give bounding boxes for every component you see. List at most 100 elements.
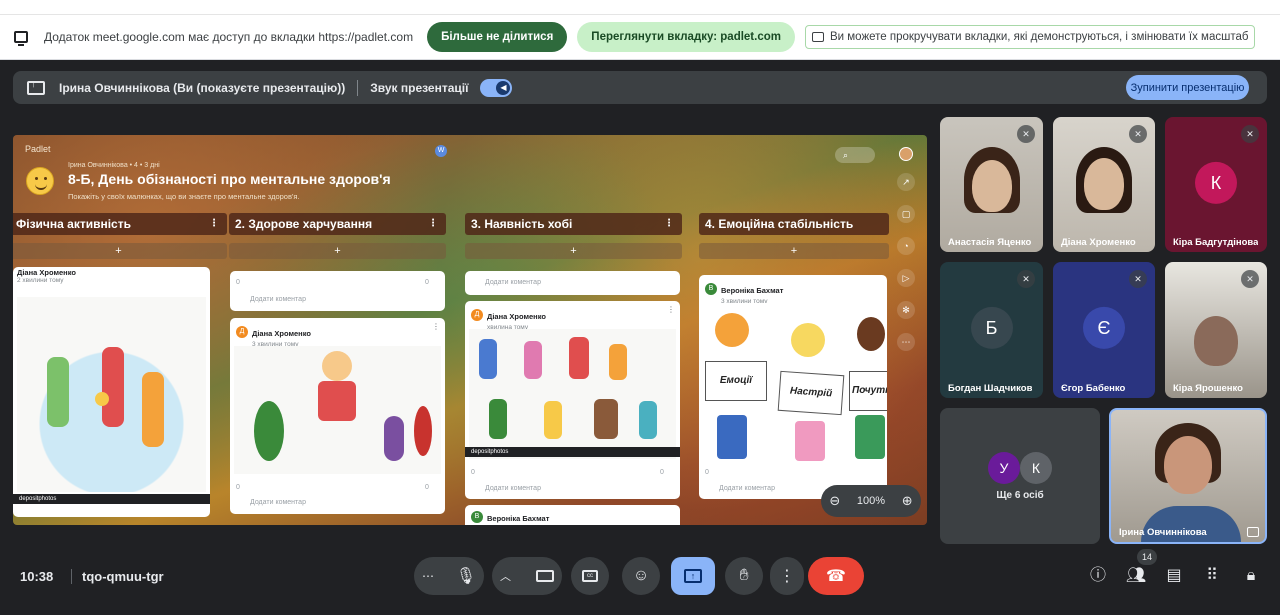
add-post-button[interactable]: + — [13, 243, 227, 259]
participant-face — [1084, 157, 1124, 210]
add-post-button[interactable]: + — [465, 243, 682, 259]
kebab-icon[interactable]: ⋮ — [432, 322, 440, 331]
watermark-bar: depositphotos — [13, 494, 210, 504]
chat-icon[interactable]: ▤ — [1163, 565, 1185, 587]
kebab-icon[interactable]: ⋮ — [428, 213, 438, 235]
zoom-in-icon[interactable]: ⊕ — [902, 493, 913, 509]
sign-emotions: Емоції — [705, 361, 767, 401]
participant-avatar: К — [1020, 452, 1052, 484]
column-header: 3. Наявність хобі ⋮ — [465, 213, 682, 235]
audio-options-icon[interactable]: ⋯ — [422, 569, 434, 583]
card-author: Діана Хроменко — [252, 329, 311, 338]
padlet-search-icon[interactable]: ⌕ — [835, 147, 875, 163]
mic-off-icon: ✕ — [1129, 125, 1147, 143]
tab-icon — [811, 32, 824, 42]
like-count[interactable]: 0 — [471, 469, 475, 476]
add-post-button[interactable]: + — [699, 243, 889, 259]
add-comment-field[interactable]: Додати коментар — [719, 485, 775, 492]
card-author: Діана Хроменко — [17, 268, 76, 277]
self-face — [1164, 436, 1212, 495]
padlet-brand: Padlet — [25, 144, 51, 154]
presentation-sound-toggle[interactable]: ◀ — [480, 78, 513, 97]
participant-name: Кіра Бадгутдінова — [1173, 237, 1259, 248]
mic-off-icon: ✕ — [1241, 270, 1259, 288]
stop-sharing-button[interactable]: Більше не ділитися — [427, 22, 568, 52]
card-time: 2 хвилини тому — [17, 277, 64, 284]
participant-tile[interactable]: Є ✕ Єгор Бабенко — [1053, 262, 1155, 398]
presentation-sound-label: Звук презентації — [370, 80, 469, 95]
participant-tile[interactable]: ✕ Кіра Ярошенко — [1165, 262, 1267, 398]
add-comment-field[interactable]: Додати коментар — [485, 279, 541, 286]
padlet-title: 8-Б, День обізнаності про ментальне здор… — [68, 171, 391, 187]
column-title: 4. Емоційна стабільність — [705, 217, 854, 231]
video-control-group: ︿ — [492, 557, 562, 595]
kebab-icon[interactable]: ⋮ — [664, 213, 674, 235]
participant-avatar: Є — [1083, 306, 1125, 349]
post-card[interactable]: Д Діана Хроменко хвилина тому ⋮ depositph… — [465, 301, 680, 499]
card-author: Вероніка Бахмат — [721, 286, 784, 295]
captions-button[interactable]: cc — [571, 557, 609, 595]
participant-tile[interactable]: ✕ Анастасія Яценко — [940, 117, 1043, 252]
more-participants-tile[interactable]: У К Ще 6 осіб — [940, 408, 1100, 544]
post-card-footer[interactable]: 0 0 Додати коментар — [230, 271, 445, 311]
more-icon[interactable]: ⋯ — [897, 333, 915, 351]
host-controls-icon[interactable]: 🔒︎ — [1240, 565, 1262, 587]
presenter-name: Ірина Овчиннікова (Ви (показуєте презент… — [59, 80, 346, 95]
people-icon[interactable]: 👥︎ — [1125, 565, 1147, 587]
slideshow-icon[interactable]: ▷ — [897, 269, 915, 287]
author-avatar: Д — [471, 308, 483, 321]
reactions-button[interactable]: ☺ — [622, 557, 660, 595]
add-post-button[interactable]: + — [229, 243, 446, 259]
info-icon[interactable]: ⓘ — [1087, 565, 1109, 587]
card-author: Діана Хроменко — [487, 312, 546, 321]
share-icon[interactable]: ↗ — [897, 173, 915, 191]
padlet-app-icon: W — [435, 145, 447, 157]
settings-icon[interactable]: ✻ — [897, 301, 915, 319]
add-comment-field[interactable]: Додати коментар — [485, 485, 541, 492]
card-header: В Вероніка Бахмат — [465, 505, 680, 525]
people-count-badge: 14 — [1137, 549, 1157, 565]
participant-avatar: У — [988, 452, 1020, 484]
camera-icon[interactable] — [536, 570, 554, 582]
participant-tile[interactable]: К ✕ Кіра Бадгутдінова — [1165, 117, 1267, 252]
add-comment-field[interactable]: Додати коментар — [250, 499, 306, 506]
zoom-out-icon[interactable]: ⊖ — [829, 493, 840, 509]
more-options-button[interactable]: ⋮ — [770, 557, 804, 595]
microphone-icon[interactable]: 🎙︎ — [456, 566, 476, 586]
participant-tile[interactable]: ✕ Діана Хроменко — [1053, 117, 1155, 252]
column-title: 3. Наявність хобі — [471, 217, 573, 231]
captions-icon: cc — [582, 570, 598, 582]
add-comment-field[interactable]: Додати коментар — [250, 296, 306, 303]
present-button[interactable]: ↑ — [671, 557, 715, 595]
post-card[interactable]: В Вероніка Бахмат — [465, 505, 680, 525]
video-options-icon[interactable]: ︿ — [500, 568, 511, 584]
post-card[interactable]: В Вероніка Бахмат 3 хвилини тому Емоції Н… — [699, 275, 887, 499]
like-count[interactable]: 0 — [236, 279, 240, 286]
user-avatar[interactable] — [899, 147, 913, 161]
shared-screen[interactable]: Padlet W Ірина Овчиннікова • 4 • 3 дні 8… — [13, 135, 927, 525]
like-count[interactable]: 0 — [705, 469, 709, 476]
view-tab-button[interactable]: Переглянути вкладку: padlet.com — [577, 22, 795, 52]
post-card-footer[interactable]: Додати коментар — [465, 271, 680, 295]
participant-name: Діана Хроменко — [1061, 237, 1136, 248]
hobbies-illustration — [469, 329, 676, 459]
kebab-icon[interactable]: ⋮ — [667, 305, 675, 314]
stop-presentation-button[interactable]: Зупинити презентацію — [1126, 75, 1249, 100]
self-tile[interactable]: Ірина Овчиннікова — [1109, 408, 1267, 544]
column-header: 2. Здорове харчування ⋮ — [229, 213, 446, 235]
post-card[interactable]: Діана Хроменко 2 хвилини тому depositpho… — [13, 267, 210, 517]
self-name: Ірина Овчиннікова — [1119, 527, 1207, 538]
post-card[interactable]: Д Діана Хроменко 3 хвилини тому ⋮ 0 0 Дод… — [230, 318, 445, 514]
sharing-access-text: Додаток meet.google.com має доступ до вк… — [44, 30, 414, 44]
kebab-icon[interactable]: ⋮ — [209, 213, 219, 235]
comment-count[interactable]: 0 — [660, 469, 664, 476]
card-header: Діана Хроменко 2 хвилини тому — [13, 267, 210, 285]
participant-tile[interactable]: Б ✕ Богдан Шадчиков — [940, 262, 1043, 398]
activities-icon[interactable]: ⠿ — [1201, 565, 1223, 587]
comment-count[interactable]: 0 — [425, 279, 429, 286]
leave-call-button[interactable]: ☎︎ — [808, 557, 864, 595]
like-count[interactable]: 0 — [236, 484, 240, 491]
raise-hand-button[interactable]: ✋︎ — [725, 557, 763, 595]
pip-icon[interactable] — [1247, 527, 1259, 537]
comment-count[interactable]: 0 — [425, 484, 429, 491]
